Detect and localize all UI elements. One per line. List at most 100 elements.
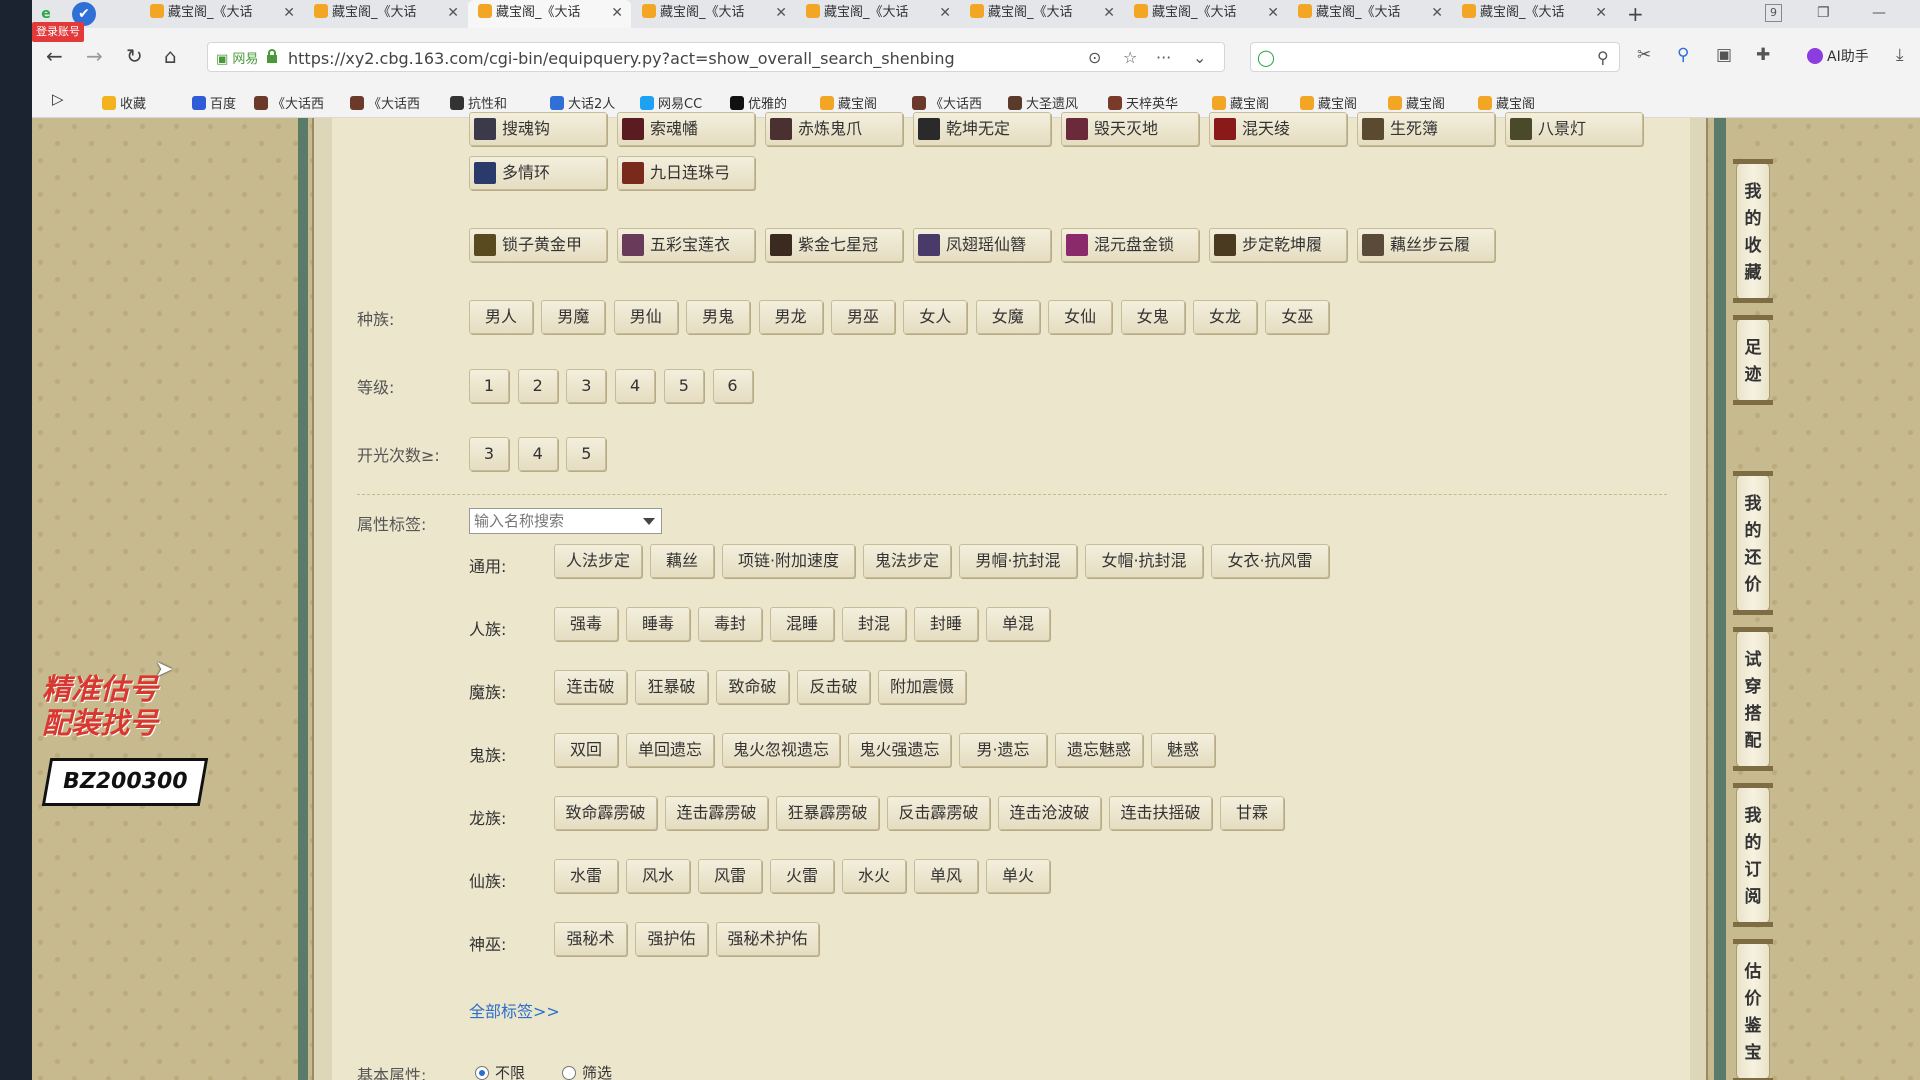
side-tab[interactable]: 试穿搭配 bbox=[1733, 627, 1773, 771]
equip-option-button[interactable]: 搜魂钩 bbox=[469, 112, 607, 146]
attr-tag-button[interactable]: 睡毒 bbox=[626, 607, 690, 641]
all-tags-link[interactable]: 全部标签>> bbox=[469, 998, 560, 1022]
attr-tag-button[interactable]: 致命霹雳破 bbox=[554, 796, 657, 830]
magnifier-icon[interactable]: ⚲ bbox=[1677, 45, 1689, 65]
filter-option-button[interactable]: 男魔 bbox=[541, 300, 606, 334]
attr-tag-button[interactable]: 单混 bbox=[986, 607, 1050, 641]
attr-tag-button[interactable]: 连击破 bbox=[554, 670, 627, 704]
filter-option-button[interactable]: 男人 bbox=[469, 300, 533, 334]
bookmark-item[interactable]: 《大话西 bbox=[912, 93, 982, 112]
attr-tag-button[interactable]: 连击扶摇破 bbox=[1109, 796, 1212, 830]
attr-tag-button[interactable]: 强护佑 bbox=[635, 922, 708, 956]
side-tab[interactable]: 我的订阅 bbox=[1733, 783, 1773, 927]
equip-option-button[interactable]: 乾坤无定 bbox=[913, 112, 1051, 146]
filter-option-button[interactable]: 1 bbox=[469, 369, 509, 403]
more-icon[interactable]: ··· bbox=[1156, 48, 1171, 67]
bookmark-item[interactable]: 藏宝阁 bbox=[1300, 93, 1357, 112]
radio-filter[interactable]: 筛选 bbox=[562, 1062, 612, 1080]
home-icon[interactable]: ⌂ bbox=[164, 42, 177, 70]
attr-tag-button[interactable]: 男·遗忘 bbox=[959, 733, 1047, 767]
bookmark-item[interactable]: 藏宝阁 bbox=[1388, 93, 1445, 112]
equip-option-button[interactable]: 藕丝步云履 bbox=[1357, 228, 1495, 262]
attr-tag-button[interactable]: 反击破 bbox=[797, 670, 870, 704]
back-icon[interactable]: ← bbox=[46, 42, 63, 70]
bookmark-item[interactable]: 《大话西 bbox=[254, 93, 324, 112]
bookmark-item[interactable]: 天梓英华 bbox=[1108, 93, 1178, 112]
filter-option-button[interactable]: 女仙 bbox=[1048, 300, 1113, 334]
attr-tag-button[interactable]: 鬼火忽视遗忘 bbox=[722, 733, 840, 767]
screen-icon[interactable]: ▣ bbox=[1716, 45, 1732, 65]
filter-option-button[interactable]: 4 bbox=[517, 437, 558, 471]
attr-tag-button[interactable]: 水雷 bbox=[554, 859, 618, 893]
attr-tag-button[interactable]: 甘霖 bbox=[1220, 796, 1284, 830]
attr-search-select[interactable]: 输入名称搜索 bbox=[469, 508, 662, 534]
tab-count-badge[interactable]: 9 bbox=[1765, 4, 1782, 22]
chevron-down-icon[interactable]: ⌄ bbox=[1193, 48, 1206, 67]
attr-tag-button[interactable]: 项链·附加速度 bbox=[722, 544, 855, 578]
filter-option-button[interactable]: 4 bbox=[615, 369, 656, 403]
sidebar-toggle-icon[interactable]: ▷ bbox=[52, 90, 64, 108]
attr-tag-button[interactable]: 风水 bbox=[626, 859, 690, 893]
attr-tag-button[interactable]: 狂暴破 bbox=[635, 670, 708, 704]
equip-option-button[interactable]: 混天绫 bbox=[1209, 112, 1347, 146]
attr-tag-button[interactable]: 单回遗忘 bbox=[626, 733, 714, 767]
close-icon[interactable]: ✕ bbox=[1431, 0, 1443, 26]
close-icon[interactable]: ✕ bbox=[1103, 0, 1115, 26]
browser-tab[interactable]: 藏宝阁_《大话 ✕ bbox=[796, 0, 959, 28]
search-box[interactable]: ◯ ⚲ bbox=[1250, 42, 1620, 72]
bookmark-item[interactable]: 收藏 bbox=[102, 93, 146, 112]
close-icon[interactable]: ✕ bbox=[775, 0, 787, 26]
equip-option-button[interactable]: 混元盘金锁 bbox=[1061, 228, 1199, 262]
equip-option-button[interactable]: 赤炼鬼爪 bbox=[765, 112, 903, 146]
side-tab[interactable]: 我的收藏 bbox=[1733, 159, 1773, 303]
browser-tab[interactable]: 藏宝阁_《大话 ✕ bbox=[632, 0, 795, 28]
download-icon[interactable]: ⤓ bbox=[1896, 45, 1904, 65]
bookmark-item[interactable]: 优雅的 bbox=[730, 93, 787, 112]
equip-option-button[interactable]: 八景灯 bbox=[1505, 112, 1643, 146]
filter-option-button[interactable]: 女鬼 bbox=[1120, 300, 1185, 334]
filter-option-button[interactable]: 男鬼 bbox=[686, 300, 751, 334]
attr-tag-button[interactable]: 反击霹雳破 bbox=[887, 796, 990, 830]
browser-tab[interactable]: 藏宝阁_《大话 ✕ bbox=[1288, 0, 1451, 28]
close-icon[interactable]: ✕ bbox=[611, 0, 623, 26]
login-account-badge[interactable]: 登录账号 bbox=[32, 22, 84, 42]
equip-option-button[interactable]: 五彩宝莲衣 bbox=[617, 228, 755, 262]
address-bar[interactable]: ▣ 网易 https://xy2.cbg.163.com/cgi-bin/equ… bbox=[207, 42, 1225, 72]
side-tab[interactable]: 估价鉴宝 bbox=[1733, 939, 1773, 1080]
bookmark-item[interactable]: 百度 bbox=[192, 93, 236, 112]
filter-option-button[interactable]: 女人 bbox=[903, 300, 968, 334]
attr-tag-button[interactable]: 遗忘魅惑 bbox=[1055, 733, 1143, 767]
attr-tag-button[interactable]: 女帽·抗封混 bbox=[1085, 544, 1203, 578]
bookmark-item[interactable]: 藏宝阁 bbox=[1212, 93, 1269, 112]
attr-tag-button[interactable]: 连击霹雳破 bbox=[665, 796, 768, 830]
filter-option-button[interactable]: 6 bbox=[712, 369, 753, 403]
equip-option-button[interactable]: 索魂幡 bbox=[617, 112, 755, 146]
forward-icon[interactable]: → bbox=[86, 42, 103, 70]
new-tab-button[interactable]: + bbox=[1627, 0, 1644, 28]
attr-tag-button[interactable]: 双回 bbox=[554, 733, 618, 767]
side-tab[interactable]: 足迹 bbox=[1733, 315, 1773, 405]
attr-tag-button[interactable]: 人法步定 bbox=[554, 544, 642, 578]
browser-tab[interactable]: 藏宝阁_《大话 ✕ bbox=[1124, 0, 1287, 28]
attr-tag-button[interactable]: 风雷 bbox=[698, 859, 762, 893]
dropdown-arrow-icon[interactable] bbox=[643, 518, 655, 525]
restore-icon[interactable]: ❐ bbox=[1817, 0, 1830, 26]
filter-option-button[interactable]: 女巫 bbox=[1265, 300, 1330, 334]
promo-banner[interactable]: 精准估号 配装找号 bbox=[42, 672, 212, 740]
attr-tag-button[interactable]: 单火 bbox=[986, 859, 1050, 893]
filter-option-button[interactable]: 女龙 bbox=[1193, 300, 1257, 334]
attr-tag-button[interactable]: 毒封 bbox=[698, 607, 762, 641]
attr-tag-button[interactable]: 男帽·抗封混 bbox=[959, 544, 1077, 578]
equip-option-button[interactable]: 凤翅瑶仙簪 bbox=[913, 228, 1051, 262]
close-icon[interactable]: ✕ bbox=[939, 0, 951, 26]
bookmark-item[interactable]: 藏宝阁 bbox=[1478, 93, 1535, 112]
location-icon[interactable]: ⊙ bbox=[1088, 48, 1101, 67]
equip-option-button[interactable]: 锁子黄金甲 bbox=[469, 228, 607, 262]
close-icon[interactable]: ✕ bbox=[1267, 0, 1279, 26]
filter-option-button[interactable]: 男巫 bbox=[831, 300, 895, 334]
attr-tag-button[interactable]: 封睡 bbox=[914, 607, 978, 641]
equip-option-button[interactable]: 九日连珠弓 bbox=[617, 156, 755, 190]
attr-tag-button[interactable]: 魅惑 bbox=[1151, 733, 1215, 767]
bookmark-item[interactable]: 抗性和 bbox=[450, 93, 507, 112]
equip-option-button[interactable]: 多情环 bbox=[469, 156, 607, 190]
